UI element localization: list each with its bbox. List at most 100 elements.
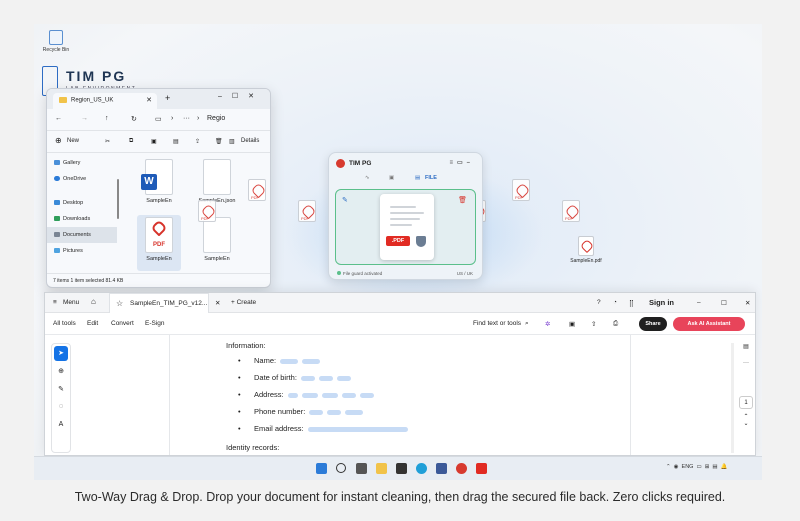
home-icon[interactable]: ⌂ [91, 297, 96, 306]
cut-icon[interactable]: ✂ [105, 138, 110, 145]
shield-icon [416, 236, 426, 247]
page-number[interactable]: 1 [739, 396, 753, 409]
terminal-icon[interactable] [396, 463, 407, 474]
explorer-tab-bar: Region_US_UK ✕ + –☐✕ [47, 89, 270, 109]
zoom-icon[interactable]: ⊕ [52, 363, 70, 381]
ellipsis-icon[interactable]: ··· [183, 115, 190, 122]
refresh-icon[interactable]: ↻ [131, 115, 137, 123]
help-icon[interactable]: ? [597, 299, 601, 306]
delete-icon[interactable]: 🗑 [458, 196, 467, 204]
file-icon[interactable]: ▤ [415, 175, 420, 181]
search-icon[interactable] [336, 463, 346, 473]
search-icon[interactable]: ⌕ [525, 320, 529, 328]
maximize-icon[interactable]: ☐ [721, 299, 727, 307]
bell-icon[interactable]: ◔ [613, 299, 617, 306]
pen-icon[interactable]: ✎ [52, 381, 70, 399]
close-icon[interactable]: ✕ [745, 299, 750, 307]
new-tab-icon[interactable]: + [165, 93, 170, 103]
sidebar-item-gallery[interactable]: Gallery [47, 155, 117, 171]
select-cursor-icon[interactable]: ➤ [54, 346, 68, 361]
all-tools-menu[interactable]: All tools [53, 320, 76, 327]
explorer-tab[interactable]: Region_US_UK ✕ [53, 93, 157, 109]
document-tab[interactable]: ☆ SampleEn_TIM_PG_v12... [109, 293, 209, 313]
pdf-file-icon: PDF [145, 217, 173, 253]
ai-assistant-button[interactable]: Ask AI Assistant [673, 317, 745, 331]
close-tab-icon[interactable]: ✕ [146, 96, 152, 104]
image-icon[interactable]: ▣ [389, 175, 394, 181]
chevron-down-icon[interactable]: ⌄ [739, 420, 753, 427]
print-icon[interactable]: ⎙ [613, 320, 618, 328]
language-indicator[interactable]: ENG [682, 464, 694, 470]
sidebar-item-desktop[interactable]: Desktop [47, 195, 117, 211]
chevron-right-icon: › [171, 115, 174, 122]
share-button[interactable]: Share [639, 317, 667, 331]
paste-icon[interactable]: ▣ [151, 138, 157, 145]
esign-menu[interactable]: E-Sign [145, 320, 165, 327]
copy-icon[interactable]: ⧉ [129, 138, 133, 145]
recycle-bin-icon[interactable]: Recycle Bin [38, 30, 74, 53]
dragged-pdf-icon: PDF [198, 200, 216, 222]
start-icon[interactable] [316, 463, 327, 474]
close-tab-icon[interactable]: ✕ [215, 299, 220, 307]
sidebar-item-pictures[interactable]: Pictures [47, 243, 117, 259]
chevron-up-icon[interactable]: ⌃ [739, 413, 753, 420]
more-icon[interactable]: ··· [739, 360, 753, 366]
menu-button[interactable]: Menu [63, 299, 79, 306]
up-icon[interactable]: ↑ [105, 115, 109, 122]
explorer-sidebar: Gallery OneDrive Desktop Downloads Docum… [47, 155, 117, 275]
sidebar-scrollbar[interactable] [117, 179, 119, 219]
sign-in-button[interactable]: Sign in [649, 298, 674, 307]
save-icon[interactable]: ▣ [569, 320, 575, 328]
folder-icon[interactable] [376, 463, 387, 474]
store-icon[interactable] [436, 463, 447, 474]
convert-menu[interactable]: Convert [111, 320, 134, 327]
folder-icon [59, 97, 67, 103]
forward-icon[interactable]: → [81, 115, 88, 122]
delete-icon[interactable]: 🗑 [215, 138, 223, 145]
acrobat-window: ≡ Menu ⌂ ☆ SampleEn_TIM_PG_v12... ✕ + Cr… [44, 292, 756, 456]
edit-menu[interactable]: Edit [87, 320, 98, 327]
cleaner-app-icon[interactable] [456, 463, 467, 474]
edge-icon[interactable] [416, 463, 427, 474]
comment-icon[interactable]: ▤ [739, 343, 753, 350]
back-icon[interactable]: ← [55, 115, 62, 122]
lasso-icon[interactable]: ◌ [52, 399, 70, 417]
minimize-icon[interactable]: – [697, 299, 701, 306]
menu-icon[interactable]: ≡ [53, 299, 57, 306]
upload-icon[interactable]: ⇧ [591, 320, 596, 328]
cleaner-header: TIM PG ≡▭– [329, 153, 482, 173]
find-tools-field[interactable]: Find text or tools [473, 320, 521, 327]
apps-icon[interactable]: ⣿ [629, 299, 634, 307]
address-text[interactable]: Regio [207, 115, 225, 122]
sidebar-item-onedrive[interactable]: OneDrive [47, 171, 117, 187]
window-controls[interactable]: –☐✕ [218, 92, 264, 100]
file-item-selected[interactable]: PDF SampleEn [137, 215, 181, 271]
file-item[interactable]: W SampleEn [137, 159, 181, 211]
new-plus-icon[interactable]: ⊕ [55, 136, 62, 145]
window-controls[interactable]: ≡▭– [449, 159, 474, 166]
details-button[interactable]: Details [241, 138, 259, 144]
plugin-icon[interactable]: ✲ [545, 320, 550, 328]
new-button[interactable]: New [67, 138, 79, 144]
system-tray[interactable]: ⌃ ◉ ENG ▭ ⊞ ▤ 🔔 [666, 464, 728, 470]
desktop-pdf-file[interactable]: SampleEn.pdf [566, 236, 606, 264]
document-scrollbar[interactable] [731, 343, 734, 453]
drop-zone[interactable]: ✎ 🗑 .PDF [335, 189, 476, 265]
activity-icon[interactable]: ∿ [365, 175, 370, 181]
sidebar-item-documents[interactable]: Documents [47, 227, 117, 243]
share-icon[interactable]: ⇪ [195, 138, 200, 145]
edit-icon[interactable]: ✎ [342, 196, 348, 204]
tab-file[interactable]: FILE [425, 175, 437, 181]
redacted-value [345, 409, 364, 415]
task-view-icon[interactable] [356, 463, 367, 474]
create-button[interactable]: + Create [231, 299, 256, 306]
star-icon[interactable]: ☆ [116, 299, 123, 308]
rename-icon[interactable]: ▤ [173, 138, 179, 145]
acrobat-icon[interactable] [476, 463, 487, 474]
gallery-icon [54, 160, 60, 165]
file-item[interactable]: SampleEn [195, 215, 239, 267]
text-tool-icon[interactable]: A [52, 417, 70, 435]
acrobat-title-bar: ≡ Menu ⌂ ☆ SampleEn_TIM_PG_v12... ✕ + Cr… [45, 293, 755, 313]
cleaned-file-card[interactable]: .PDF [380, 194, 434, 260]
sidebar-item-downloads[interactable]: Downloads [47, 211, 117, 227]
